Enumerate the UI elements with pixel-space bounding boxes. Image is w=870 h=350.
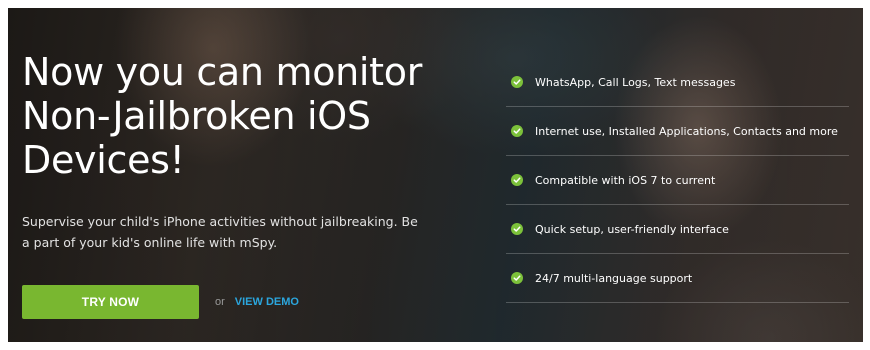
check-circle-icon bbox=[511, 174, 523, 186]
feature-label: Internet use, Installed Applications, Co… bbox=[535, 124, 838, 138]
view-demo-link[interactable]: VIEW DEMO bbox=[235, 296, 299, 308]
hero-banner: Now you can monitor Non-Jailbroken iOS D… bbox=[8, 8, 863, 342]
feature-label: WhatsApp, Call Logs, Text messages bbox=[535, 75, 736, 89]
hero-headline: Now you can monitor Non-Jailbroken iOS D… bbox=[22, 50, 423, 182]
feature-item: WhatsApp, Call Logs, Text messages bbox=[506, 58, 849, 107]
feature-label: Compatible with iOS 7 to current bbox=[535, 173, 716, 187]
check-circle-icon bbox=[511, 76, 523, 88]
or-separator: or bbox=[215, 296, 225, 308]
hero-subtext: Supervise your child's iPhone activities… bbox=[22, 214, 418, 250]
feature-item: Internet use, Installed Applications, Co… bbox=[506, 107, 849, 156]
try-now-button[interactable]: TRY NOW bbox=[22, 285, 199, 319]
feature-list: WhatsApp, Call Logs, Text messages Inter… bbox=[506, 58, 849, 303]
check-circle-icon bbox=[511, 272, 523, 284]
check-circle-icon bbox=[511, 125, 523, 137]
feature-label: Quick setup, user-friendly interface bbox=[535, 222, 729, 236]
feature-item: 24/7 multi-language support bbox=[506, 254, 849, 303]
feature-label: 24/7 multi-language support bbox=[535, 271, 693, 285]
check-circle-icon bbox=[511, 223, 523, 235]
cta-row: TRY NOW or VIEW DEMO bbox=[22, 285, 299, 319]
feature-item: Quick setup, user-friendly interface bbox=[506, 205, 849, 254]
feature-item: Compatible with iOS 7 to current bbox=[506, 156, 849, 205]
